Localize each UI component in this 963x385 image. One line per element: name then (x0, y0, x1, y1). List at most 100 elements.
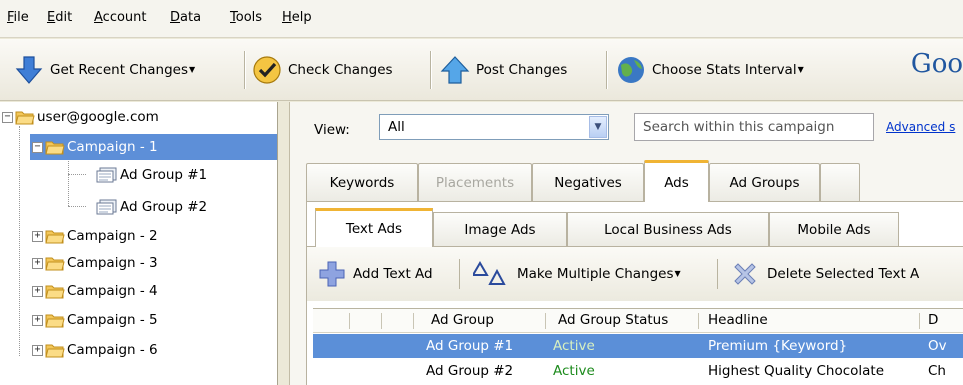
tab-more[interactable] (820, 163, 860, 201)
tree-label: Campaign - 5 (67, 312, 158, 328)
table-header: Ad Group Ad Group Status Headline D (313, 309, 963, 333)
menu-bar: File Edit Account Data Tools Help (0, 0, 963, 38)
column-separator (545, 313, 546, 329)
tree-item-campaign-2[interactable]: + Campaign - 2 (32, 223, 158, 249)
tab-negatives[interactable]: Negatives (532, 163, 644, 201)
tab-placements: Placements (418, 163, 532, 201)
tree-connector (19, 126, 20, 356)
cell-status: Active (553, 363, 595, 379)
tab-ad-groups[interactable]: Ad Groups (709, 163, 820, 201)
view-dropdown[interactable]: All ▼ (379, 114, 609, 140)
cell-d: Ch (928, 363, 946, 379)
check-changes-label: Check Changes (288, 62, 393, 78)
expand-icon[interactable]: + (32, 285, 43, 297)
collapse-icon[interactable]: − (32, 141, 43, 153)
cell-headline: Highest Quality Chocolate (708, 363, 885, 379)
cell-status: Active (553, 338, 595, 354)
tree-label: Campaign - 2 (67, 228, 158, 244)
tree-item-campaign-1[interactable]: − Campaign - 1 (30, 134, 277, 160)
checkmark-icon (252, 55, 282, 85)
expand-icon[interactable]: + (32, 344, 43, 356)
toolbar-separator (717, 259, 718, 289)
folder-open-icon (45, 140, 65, 155)
get-recent-changes-button[interactable]: Get Recent Changes ▼ (14, 39, 195, 101)
tree-label: user@google.com (37, 109, 159, 125)
collapse-icon[interactable]: − (2, 111, 13, 123)
column-header-ad-group[interactable]: Ad Group (431, 312, 494, 328)
dropdown-caret-icon: ▼ (189, 64, 196, 74)
dropdown-caret-icon: ▼ (797, 64, 804, 74)
menu-edit[interactable]: Edit (47, 10, 72, 25)
add-text-ad-button[interactable]: Add Text Ad (319, 247, 433, 301)
delta-icon (471, 261, 509, 287)
column-separator (349, 313, 350, 329)
tab-mobile-ads[interactable]: Mobile Ads (769, 212, 899, 246)
post-changes-button[interactable]: Post Changes (440, 39, 567, 101)
make-multiple-changes-button[interactable]: Make Multiple Changes ▼ (471, 247, 681, 301)
tree-item-ad-group-2[interactable]: Ad Group #2 (96, 194, 207, 220)
post-changes-label: Post Changes (476, 62, 568, 78)
expand-icon[interactable]: + (32, 257, 43, 269)
tree-item-campaign-6[interactable]: + Campaign - 6 (32, 337, 158, 363)
delete-x-icon (731, 260, 759, 288)
folder-open-icon (15, 110, 35, 125)
column-separator (381, 313, 382, 329)
menu-help[interactable]: Help (282, 10, 312, 25)
tab-image-ads[interactable]: Image Ads (433, 212, 567, 246)
tree-label: Ad Group #2 (120, 199, 208, 215)
toolbar-separator (606, 51, 607, 89)
delete-selected-label: Delete Selected Text A (767, 266, 920, 282)
menu-tools[interactable]: Tools (230, 10, 262, 25)
tree-item-ad-group-1[interactable]: Ad Group #1 (96, 162, 207, 188)
tree-connector (68, 158, 69, 206)
expand-icon[interactable]: + (32, 230, 43, 242)
cell-d: Ov (928, 338, 947, 354)
cell-ad-group: Ad Group #1 (426, 338, 514, 354)
chevron-down-icon[interactable]: ▼ (589, 116, 607, 138)
folder-icon (45, 343, 65, 358)
tab-keywords[interactable]: Keywords (306, 163, 418, 201)
folder-icon (45, 313, 65, 328)
account-tree: − user@google.com − Campaign - 1 Ad Grou… (0, 102, 278, 385)
make-multiple-changes-label: Make Multiple Changes (517, 266, 674, 282)
tree-item-account[interactable]: − user@google.com (2, 104, 159, 130)
check-changes-button[interactable]: Check Changes (252, 39, 393, 101)
column-header-d[interactable]: D (928, 312, 938, 328)
menu-file[interactable]: File (7, 10, 29, 25)
tree-label: Campaign - 4 (67, 283, 158, 299)
folder-icon (45, 229, 65, 244)
column-header-ad-group-status[interactable]: Ad Group Status (558, 312, 668, 328)
tree-label: Campaign - 6 (67, 342, 158, 358)
globe-icon (616, 55, 646, 85)
folder-icon (45, 284, 65, 299)
choose-stats-interval-button[interactable]: Choose Stats Interval ▼ (616, 39, 804, 101)
ads-tab-panel: Text Ads Image Ads Local Business Ads Mo… (306, 202, 963, 385)
expand-icon[interactable]: + (32, 314, 43, 326)
table-row[interactable]: Ad Group #2 Active Highest Quality Choco… (313, 359, 963, 383)
advanced-search-link[interactable]: Advanced s (886, 120, 955, 134)
add-text-ad-label: Add Text Ad (353, 266, 433, 282)
cell-ad-group: Ad Group #2 (426, 363, 514, 379)
table-row[interactable]: Ad Group #1 Active Premium {Keyword} Ov (313, 334, 963, 358)
toolbar-separator (430, 51, 431, 89)
main-toolbar: Get Recent Changes ▼ Check Changes Post C… (0, 39, 963, 101)
tree-label: Ad Group #1 (120, 167, 208, 183)
ad-group-icon (96, 167, 118, 183)
tab-ads[interactable]: Ads (644, 160, 709, 202)
menu-account[interactable]: Account (94, 10, 147, 25)
tab-text-ads[interactable]: Text Ads (315, 208, 433, 247)
download-arrow-icon (14, 55, 44, 85)
view-dropdown-value: All (388, 119, 405, 135)
delete-selected-text-ads-button[interactable]: Delete Selected Text A (731, 247, 919, 301)
tab-local-business-ads[interactable]: Local Business Ads (567, 212, 769, 246)
content-panel: View: All ▼ Search within this campaign … (289, 102, 963, 385)
column-header-headline[interactable]: Headline (708, 312, 768, 328)
tree-item-campaign-5[interactable]: + Campaign - 5 (32, 307, 158, 333)
toolbar-separator (459, 259, 460, 289)
tree-item-campaign-4[interactable]: + Campaign - 4 (32, 278, 158, 304)
search-input[interactable]: Search within this campaign (634, 113, 874, 141)
column-separator (919, 313, 920, 329)
tree-label: Campaign - 1 (67, 139, 158, 155)
menu-data[interactable]: Data (170, 10, 201, 25)
tree-item-campaign-3[interactable]: + Campaign - 3 (32, 250, 158, 276)
